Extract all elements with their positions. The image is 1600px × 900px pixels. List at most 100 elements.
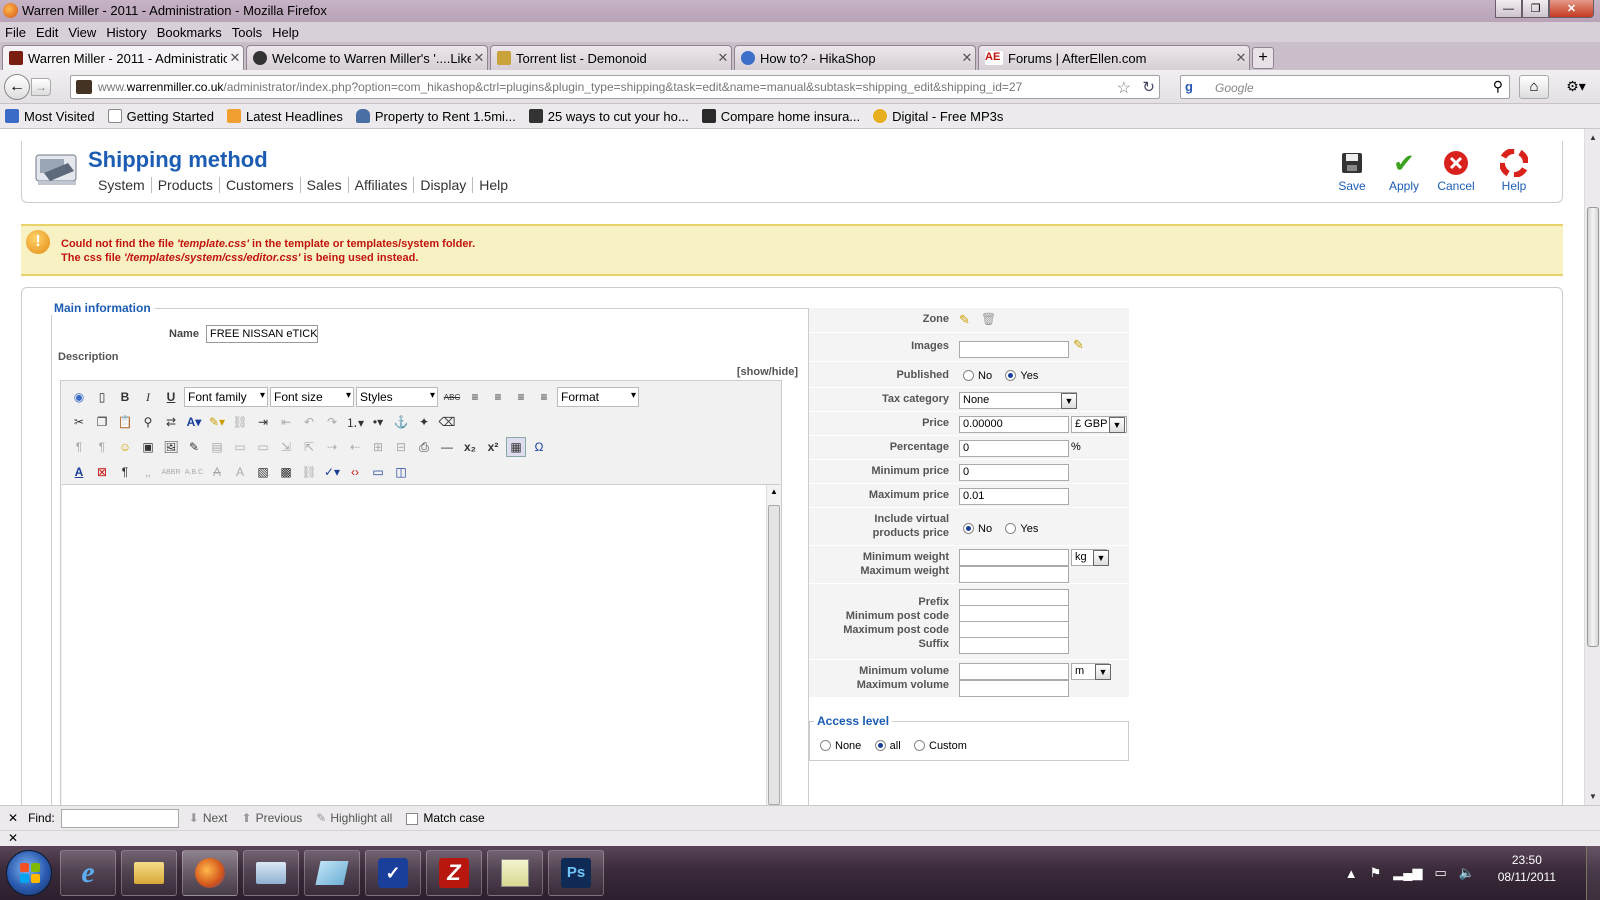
show-desktop-button[interactable]	[1586, 846, 1600, 900]
edit-image-icon[interactable]: ✎	[184, 437, 204, 457]
tab-close-icon[interactable]: ✕	[227, 50, 243, 66]
ins-icon[interactable]: A	[230, 462, 250, 482]
help-icon[interactable]: ◉	[69, 387, 89, 407]
edit-zone-icon[interactable]: ✎	[959, 312, 970, 328]
bookmark-property-rent[interactable]: Property to Rent 1.5mi...	[355, 109, 516, 124]
find-previous-button[interactable]: ⬆ Previous	[242, 811, 303, 825]
images-input[interactable]	[959, 341, 1069, 358]
page-scroll-thumb[interactable]	[1587, 207, 1599, 647]
search-icon[interactable]: ⚲	[1493, 78, 1503, 95]
minimize-button[interactable]: —	[1495, 0, 1522, 18]
outdent-icon[interactable]: ⇤	[276, 412, 296, 432]
preview-icon[interactable]: ◫	[391, 462, 411, 482]
italic-icon[interactable]: I	[138, 387, 158, 407]
published-yes-radio[interactable]	[1005, 370, 1017, 382]
price-input[interactable]: 0.00000	[959, 416, 1069, 433]
split-cells-icon[interactable]: ⊞	[368, 437, 388, 457]
name-input[interactable]: FREE NISSAN eTICKET	[206, 325, 318, 343]
font-family-select[interactable]: Font family	[184, 387, 268, 407]
text-color-icon[interactable]: A▾	[184, 412, 204, 432]
horizontal-rule-icon[interactable]: —	[437, 437, 457, 457]
minimum-weight-input[interactable]	[959, 549, 1069, 566]
forward-button[interactable]: →	[31, 78, 51, 96]
taskbar-firefox-icon[interactable]	[182, 850, 238, 896]
close-window-button[interactable]: ✕	[1549, 0, 1594, 18]
network-signal-icon[interactable]: ▂▄▆	[1393, 865, 1422, 881]
dropdown-arrow-icon[interactable]: ▼	[1095, 664, 1111, 680]
tab-close-icon[interactable]: ✕	[471, 50, 487, 66]
media-icon[interactable]: ▣	[138, 437, 158, 457]
percentage-input[interactable]: 0	[959, 440, 1069, 457]
font-size-select[interactable]: Font size	[270, 387, 354, 407]
suffix-input[interactable]	[959, 637, 1069, 654]
absolute-icon[interactable]: ▩	[276, 462, 296, 482]
attribs-icon[interactable]: ▧	[253, 462, 273, 482]
url-bar[interactable]: www.warrenmiller.co.uk/administrator/ind…	[70, 75, 1160, 99]
access-none-radio[interactable]	[820, 740, 831, 752]
tab-close-icon[interactable]: ✕	[1233, 50, 1249, 66]
bookmark-star-icon[interactable]: ☆	[1117, 78, 1131, 98]
format-select[interactable]: Format	[557, 387, 639, 407]
taskbar-filezilla-icon[interactable]: Z	[426, 850, 482, 896]
apply-button[interactable]: ✔ Apply	[1378, 147, 1430, 194]
link-icon[interactable]: ⛓	[299, 462, 319, 482]
submenu-affiliates[interactable]: Affiliates	[349, 177, 415, 193]
submenu-products[interactable]: Products	[152, 177, 220, 193]
anchor-icon[interactable]: ⚓	[391, 412, 411, 432]
minimum-post-code-input[interactable]	[959, 605, 1069, 622]
style-props-icon[interactable]: A	[69, 462, 89, 482]
submenu-customers[interactable]: Customers	[220, 177, 301, 193]
highlight-color-icon[interactable]: ✎▾	[207, 412, 227, 432]
new-tab-button[interactable]: +	[1252, 47, 1274, 69]
edit-images-icon[interactable]: ✎	[1073, 337, 1084, 353]
close-find-icon[interactable]: ✕	[8, 811, 18, 825]
delete-col-icon[interactable]: ⇠	[345, 437, 365, 457]
align-left-icon[interactable]: ≡	[465, 387, 485, 407]
tab-close-icon[interactable]: ✕	[715, 50, 731, 66]
image-icon[interactable]: 🖼	[161, 437, 181, 457]
find-input[interactable]	[60, 808, 179, 828]
align-justify-icon[interactable]: ≡	[534, 387, 554, 407]
undo-icon[interactable]: ↶	[299, 412, 319, 432]
scroll-up-icon[interactable]: ▲	[1587, 133, 1599, 142]
taskbar-notes-icon[interactable]	[304, 850, 360, 896]
menu-file[interactable]: File	[5, 25, 26, 40]
strikethrough-icon[interactable]: ABC	[442, 387, 462, 407]
battery-icon[interactable]: ▭	[1435, 865, 1447, 881]
minimum-price-input[interactable]: 0	[959, 464, 1069, 481]
google-icon[interactable]: g	[1185, 79, 1193, 94]
underline-icon[interactable]: U	[161, 387, 181, 407]
help-button[interactable]: Help	[1482, 147, 1546, 193]
tab-afterellen[interactable]: AE Forums | AfterEllen.com ✕	[978, 45, 1250, 70]
published-no-radio[interactable]	[963, 370, 974, 382]
submenu-system[interactable]: System	[92, 177, 152, 193]
numbered-list-icon[interactable]: ⒈▾	[345, 412, 365, 432]
spellcheck-icon[interactable]: ✓▾	[322, 462, 342, 482]
cancel-button[interactable]: Cancel	[1430, 147, 1482, 193]
scroll-down-icon[interactable]: ▼	[1587, 792, 1599, 801]
remove-format-icon[interactable]: ⊠	[92, 462, 112, 482]
delete-row-icon[interactable]: ⇱	[299, 437, 319, 457]
dropdown-arrow-icon[interactable]: ▼	[1109, 417, 1125, 433]
maximize-button[interactable]: ❐	[1522, 0, 1549, 18]
ltr-icon[interactable]: ¶	[69, 437, 89, 457]
submenu-display[interactable]: Display	[414, 177, 474, 193]
taskbar-app-icon[interactable]: ✓	[365, 850, 421, 896]
find-icon[interactable]: ⚲	[138, 412, 158, 432]
rtl-icon[interactable]: ¶	[92, 437, 112, 457]
taskbar-photoshop-icon[interactable]: Ps	[548, 850, 604, 896]
include-virtual-no-radio[interactable]	[963, 523, 974, 535]
acronym-icon[interactable]: A.B.C	[184, 462, 204, 482]
paste-icon[interactable]: 📋	[115, 412, 135, 432]
print-icon[interactable]: ⎙	[414, 437, 434, 457]
styles-select[interactable]: Styles	[356, 387, 438, 407]
editor-text-area[interactable]: ▲	[62, 484, 780, 805]
bookmark-compare-insurance[interactable]: Compare home insura...	[701, 109, 860, 124]
taskbar-mail-icon[interactable]	[243, 850, 299, 896]
tab-demonoid[interactable]: Torrent list - Demonoid ✕	[490, 45, 732, 70]
show-hide-link[interactable]: [show/hide]	[737, 366, 798, 378]
system-clock[interactable]: 23:50 08/11/2011	[1498, 852, 1556, 886]
cite-icon[interactable]: ‚‚	[138, 462, 158, 482]
home-button[interactable]: ⌂	[1519, 75, 1549, 99]
access-all-radio[interactable]	[874, 740, 886, 752]
